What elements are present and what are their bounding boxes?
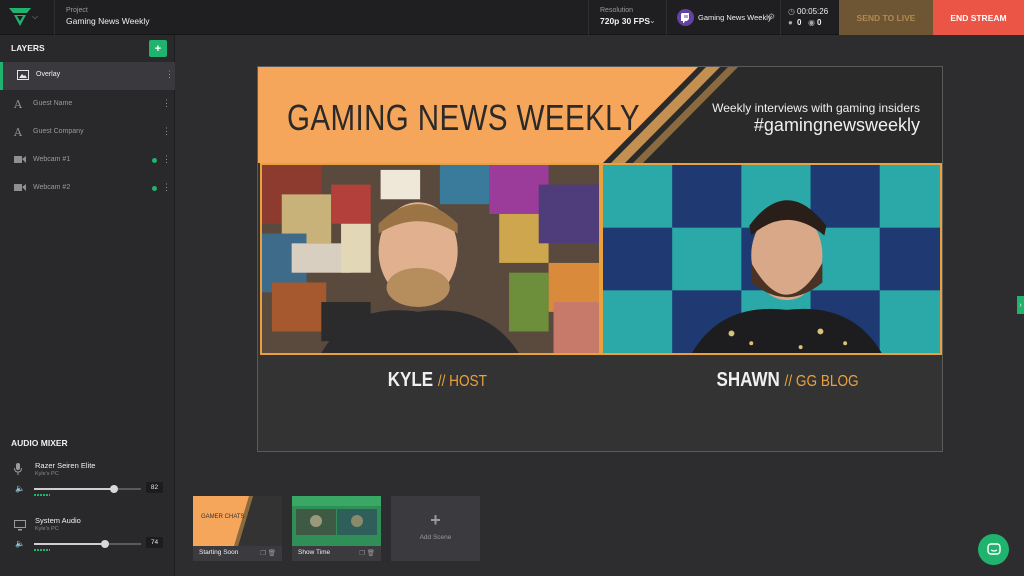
volume-icon[interactable]: 🔈 — [15, 484, 25, 493]
layer-item-guest-company[interactable]: A Guest Company ⋮ — [0, 119, 175, 147]
volume-slider-handle[interactable] — [110, 485, 118, 493]
trash-icon[interactable]: 🗑 — [268, 550, 276, 557]
project-label: Project — [66, 7, 88, 14]
scene-thumb-text: GAMER CHATS — [201, 514, 245, 520]
resolution-select[interactable]: 720p 30 FPS — [600, 16, 650, 26]
gear-icon[interactable]: ⚙ — [768, 12, 775, 21]
viewers-icon: ◉ — [808, 18, 815, 27]
webcam-1-feed[interactable] — [260, 163, 601, 355]
scene-actions[interactable]: ❐ 🗑 — [359, 549, 375, 557]
live-indicator — [152, 186, 157, 191]
audio-source-name: System Audio — [35, 516, 81, 525]
add-scene-label: Add Scene — [419, 534, 452, 541]
volume-value[interactable]: 74 — [146, 537, 163, 548]
layer-item-overlay[interactable]: Overlay ⋮ — [0, 62, 175, 90]
add-layer-button[interactable]: + — [149, 40, 167, 57]
clock-icon: ◷ — [788, 7, 795, 16]
duplicate-icon[interactable]: ❐ — [260, 550, 266, 557]
more-vertical-icon[interactable]: ⋮ — [162, 126, 171, 137]
layer-label: Guest Name — [33, 100, 73, 107]
divider — [54, 0, 55, 35]
scene-actions[interactable]: ❐ 🗑 — [260, 549, 276, 557]
more-vertical-icon[interactable]: ⋮ — [162, 98, 171, 109]
camera-icon — [14, 155, 26, 167]
chevron-down-icon[interactable]: ⌄ — [649, 16, 656, 25]
layer-item-webcam-2[interactable]: Webcam #2 ⋮ — [0, 175, 175, 203]
channel-name[interactable]: Gaming News Weekly — [698, 13, 772, 22]
more-vertical-icon[interactable]: ⋮ — [162, 154, 171, 165]
project-name[interactable]: Gaming News Weekly — [66, 16, 149, 26]
text-icon: A — [14, 98, 22, 111]
scene-thumbnail — [292, 496, 381, 546]
webcam-1-video — [262, 165, 599, 353]
sidebar: LAYERS + Overlay ⋮ A Guest Name ⋮ A Gues… — [0, 35, 175, 576]
guest-name: SHAWN — [716, 369, 780, 391]
scene-thumbnail: GAMER CHATS — [193, 496, 282, 546]
host-name-plate: KYLE // HOST — [388, 369, 487, 392]
volume-value[interactable]: 82 — [146, 482, 163, 493]
chat-count: 0 — [797, 18, 802, 27]
scene-starting-soon[interactable]: GAMER CHATS Starting Soon ❐ 🗑 — [193, 496, 282, 561]
webcam-2-video — [603, 165, 940, 353]
overlay-banner: GAMING NEWS WEEKLY Weekly interviews wit… — [258, 67, 942, 163]
top-bar: ⌵ Project Gaming News Weekly Resolution … — [0, 0, 1024, 35]
plus-icon: + — [430, 510, 441, 530]
layer-label: Webcam #1 — [33, 156, 71, 163]
twitch-icon — [677, 9, 694, 26]
add-scene-button[interactable]: + Add Scene — [391, 496, 480, 561]
app-logo[interactable] — [9, 8, 31, 26]
stream-canvas[interactable]: GAMING NEWS WEEKLY Weekly interviews wit… — [257, 66, 943, 452]
volume-slider[interactable] — [34, 485, 141, 493]
scene-label: Show Time — [298, 549, 331, 556]
layer-label: Webcam #2 — [33, 184, 71, 191]
layer-label: Overlay — [36, 71, 61, 78]
send-to-live-button[interactable]: SEND TO LIVE — [839, 0, 933, 35]
duplicate-icon[interactable]: ❐ — [359, 550, 365, 557]
guest-name-plate: SHAWN // GG BLOG — [717, 369, 859, 392]
resolution-label: Resolution — [600, 7, 634, 14]
audio-source-device: Kyle's PC — [35, 471, 59, 477]
chevron-right-icon[interactable]: › — [1017, 296, 1024, 314]
scene-show-time[interactable]: Show Time ❐ 🗑 — [292, 496, 381, 561]
divider — [666, 0, 667, 35]
audio-level-meter — [34, 494, 50, 496]
viewer-count: 0 — [817, 18, 822, 27]
image-icon — [17, 70, 29, 82]
monitor-icon — [14, 520, 26, 532]
trash-icon[interactable]: 🗑 — [367, 550, 375, 557]
volume-icon[interactable]: 🔈 — [15, 539, 25, 548]
more-vertical-icon[interactable]: ⋮ — [165, 69, 174, 80]
show-hashtag: #gamingnewsweekly — [753, 115, 920, 135]
text-icon: A — [14, 126, 22, 139]
divider — [780, 0, 781, 35]
show-tagline: Weekly interviews with gaming insiders — [712, 101, 920, 115]
layer-label: Guest Company — [33, 128, 84, 135]
host-role: // HOST — [437, 373, 487, 390]
audio-mixer-title: AUDIO MIXER — [11, 438, 68, 448]
chat-bubble-icon — [986, 542, 1001, 555]
live-indicator — [152, 158, 157, 163]
audio-source-device: Kyle's PC — [35, 526, 59, 532]
divider — [588, 0, 589, 35]
layer-item-guest-name[interactable]: A Guest Name ⋮ — [0, 91, 175, 119]
more-vertical-icon[interactable]: ⋮ — [162, 182, 171, 193]
layers-title: LAYERS — [11, 43, 45, 53]
camera-icon — [14, 183, 26, 195]
layer-item-webcam-1[interactable]: Webcam #1 ⋮ — [0, 147, 175, 175]
chat-support-button[interactable] — [978, 534, 1009, 565]
webcam-2-feed[interactable] — [601, 163, 942, 355]
audio-level-meter — [34, 549, 50, 551]
audio-source-name: Razer Seiren Elite — [35, 461, 96, 470]
stream-timer: 00:05:26 — [797, 7, 829, 16]
end-stream-button[interactable]: END STREAM — [933, 0, 1024, 35]
volume-slider[interactable] — [34, 540, 141, 548]
scene-label: Starting Soon — [199, 549, 239, 556]
show-title: GAMING NEWS WEEKLY — [287, 97, 640, 138]
volume-slider-handle[interactable] — [101, 540, 109, 548]
microphone-icon — [14, 463, 26, 475]
chat-icon: ● — [788, 18, 793, 27]
host-name: KYLE — [387, 369, 434, 391]
chevron-down-icon[interactable]: ⌵ — [32, 12, 38, 22]
guest-role: // GG BLOG — [784, 373, 859, 390]
